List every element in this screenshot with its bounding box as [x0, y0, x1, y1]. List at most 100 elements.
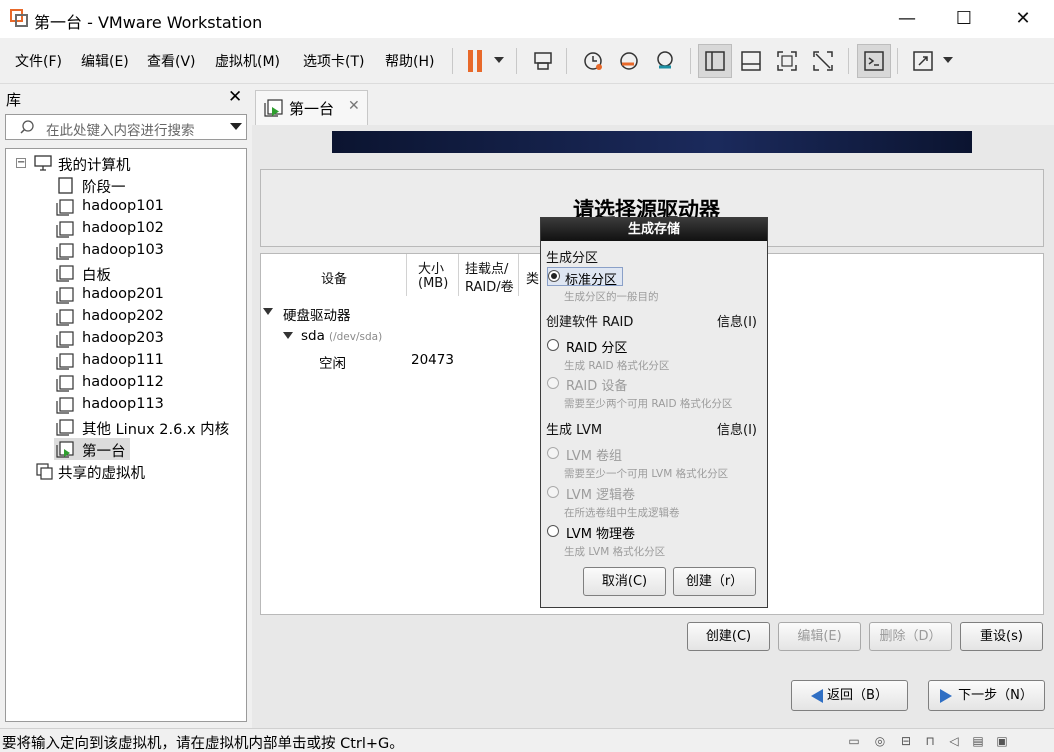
menu-tabs[interactable]: 选项卡(T) — [303, 51, 364, 71]
close-tab-icon[interactable]: ✕ — [348, 98, 360, 114]
tree-item[interactable]: hadoop101 — [6, 196, 246, 218]
create-button[interactable]: 创建(C) — [687, 622, 770, 651]
option-description: 生成 LVM 格式化分区 — [564, 546, 666, 558]
next-button[interactable]: 下一步（N） — [928, 680, 1045, 711]
snapshot-icon[interactable] — [576, 44, 610, 78]
menu-view[interactable]: 查看(V) — [147, 51, 196, 71]
tree-item[interactable]: 其他 Linux 2.6.x 内核 — [6, 416, 246, 438]
column-label: 挂载点/ — [465, 262, 509, 277]
radio-icon[interactable] — [547, 377, 559, 389]
network-icon[interactable]: ⊟ — [898, 734, 914, 748]
vm-icon — [56, 221, 74, 238]
console-view-icon[interactable] — [857, 44, 891, 78]
radio-icon[interactable] — [547, 339, 559, 351]
option-standard-partition[interactable]: 标准分区 — [547, 267, 623, 288]
tree-item[interactable]: hadoop201 — [6, 284, 246, 306]
raid-info-button[interactable]: 信息(I) — [717, 311, 757, 330]
stretch-guest-icon[interactable] — [906, 44, 940, 78]
send-keys-icon[interactable] — [527, 44, 561, 78]
radio-icon[interactable] — [547, 486, 559, 498]
library-search-input[interactable]: 在此处键入内容进行搜索 — [5, 114, 247, 140]
tree-row-disk[interactable]: sda (/dev/sda) — [283, 328, 443, 348]
disk-icon[interactable]: ▭ — [846, 734, 862, 748]
tree-item[interactable]: hadoop202 — [6, 306, 246, 328]
option-lvm-physical-volume[interactable]: LVM 物理卷 — [547, 523, 667, 542]
printer-icon[interactable]: ▤ — [970, 734, 986, 748]
free-label: 空闲 — [319, 356, 346, 372]
tree-item[interactable]: hadoop203 — [6, 328, 246, 350]
installer-banner — [332, 131, 972, 153]
tree-item[interactable]: hadoop113 — [6, 394, 246, 416]
edit-button[interactable]: 编辑(E) — [778, 622, 861, 651]
chevron-down-icon[interactable] — [494, 57, 504, 63]
chevron-down-icon[interactable] — [943, 57, 953, 63]
tree-shared-vms[interactable]: 共享的虚拟机 — [6, 460, 246, 482]
toolbar-separator — [897, 48, 898, 74]
tree-item[interactable]: hadoop103 — [6, 240, 246, 262]
chevron-down-icon[interactable] — [230, 123, 242, 130]
create-storage-dialog: 生成存储 生成分区 标准分区 生成分区的一般目的 创建软件 RAID 信息(I)… — [540, 217, 768, 608]
minimize-button[interactable]: — — [884, 0, 930, 38]
tree-label: 共享的虚拟机 — [58, 466, 145, 482]
snapshot-manager-icon[interactable] — [648, 44, 682, 78]
radio-icon[interactable] — [547, 447, 559, 459]
tree-item[interactable]: 阶段一 — [6, 174, 246, 196]
toolbar-separator — [452, 48, 453, 74]
dialog-cancel-button[interactable]: 取消(C) — [583, 567, 666, 596]
toolbar-separator — [516, 48, 517, 74]
option-label: RAID 设备 — [566, 379, 628, 394]
team-icon — [58, 177, 73, 194]
cd-icon[interactable]: ◎ — [872, 734, 888, 748]
arrow-left-icon — [811, 688, 824, 703]
lvm-info-button[interactable]: 信息(I) — [717, 419, 757, 438]
thumbnail-bar-icon[interactable] — [734, 44, 768, 78]
expander-icon[interactable] — [263, 308, 273, 315]
column-header-mount[interactable]: 挂载点/ RAID/卷 — [459, 254, 519, 296]
section-create-partition: 生成分区 — [546, 251, 599, 266]
option-raid-partition[interactable]: RAID 分区 — [547, 337, 667, 356]
tab-vm[interactable]: 第一台 ✕ — [255, 90, 368, 125]
menu-help[interactable]: 帮助(H) — [385, 51, 434, 71]
reset-button[interactable]: 重设(s) — [960, 622, 1043, 651]
display-icon[interactable]: ▣ — [994, 734, 1010, 748]
column-header-size[interactable]: 大小 (MB) — [407, 254, 459, 296]
vm-console[interactable]: 请选择源驱动器 设备 大小 (MB) 挂载点/ RAID/卷 类 硬盘驱动器 s… — [252, 125, 1054, 728]
option-raid-device[interactable]: RAID 设备 — [547, 375, 667, 394]
usb-icon[interactable]: ⊓ — [922, 734, 938, 748]
sound-icon[interactable]: ◁ — [946, 734, 962, 748]
delete-button[interactable]: 删除（D） — [869, 622, 952, 651]
expander-icon[interactable] — [283, 332, 293, 339]
menu-file[interactable]: 文件(F) — [15, 51, 62, 71]
tree-item-selected[interactable]: 第一台 — [54, 438, 130, 460]
dialog-create-button[interactable]: 创建（r） — [673, 567, 756, 596]
maximize-button[interactable]: ☐ — [941, 0, 987, 38]
option-label: LVM 逻辑卷 — [566, 488, 636, 503]
revert-snapshot-icon[interactable] — [612, 44, 646, 78]
computer-icon — [34, 155, 52, 171]
option-lvm-volume-group[interactable]: LVM 卷组 — [547, 445, 667, 464]
collapse-icon[interactable]: − — [16, 158, 26, 168]
back-button[interactable]: 返回（B） — [791, 680, 908, 711]
close-button[interactable]: ✕ — [1000, 0, 1046, 38]
radio-icon[interactable] — [548, 270, 560, 282]
close-library-icon[interactable]: ✕ — [228, 87, 242, 107]
unity-icon[interactable] — [806, 44, 840, 78]
tree-label: hadoop101 — [82, 198, 164, 214]
column-header-device[interactable]: 设备 — [261, 254, 407, 296]
table-row[interactable]: 空闲 20473 — [261, 352, 531, 372]
pause-icon[interactable] — [466, 50, 486, 72]
menu-vm[interactable]: 虚拟机(M) — [215, 51, 280, 71]
tree-item[interactable]: hadoop102 — [6, 218, 246, 240]
menu-edit[interactable]: 编辑(E) — [81, 51, 129, 71]
option-description: 在所选卷组中生成逻辑卷 — [564, 507, 680, 519]
tree-root-my-computer[interactable]: − 我的计算机 — [6, 152, 246, 174]
group-label: 硬盘驱动器 — [283, 308, 351, 324]
vm-icon — [56, 199, 74, 216]
tree-item[interactable]: hadoop112 — [6, 372, 246, 394]
tree-item[interactable]: hadoop111 — [6, 350, 246, 372]
tree-item[interactable]: 白板 — [6, 262, 246, 284]
option-lvm-logical-volume[interactable]: LVM 逻辑卷 — [547, 484, 667, 503]
library-view-icon[interactable] — [698, 44, 732, 78]
full-screen-icon[interactable] — [770, 44, 804, 78]
radio-icon[interactable] — [547, 525, 559, 537]
